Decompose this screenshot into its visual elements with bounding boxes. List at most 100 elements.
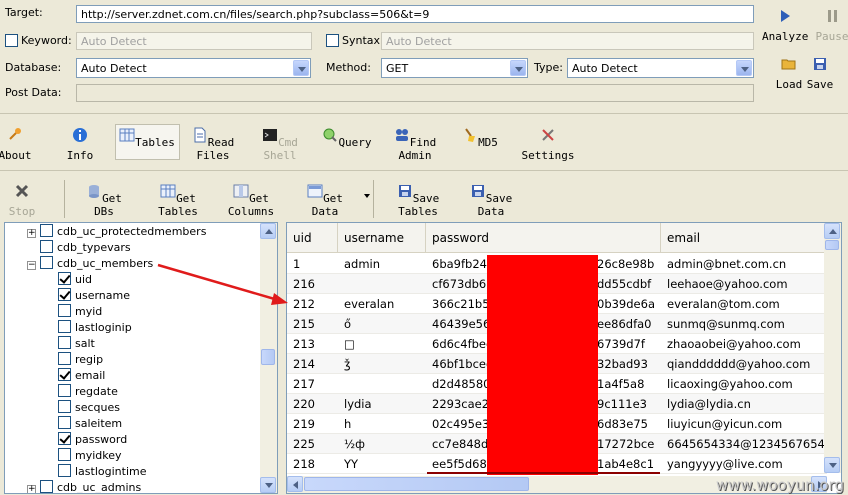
- toolbar-read-files-button[interactable]: Read Files: [180, 127, 246, 162]
- tree-column-node[interactable]: myidkey: [58, 448, 122, 464]
- tree-checkbox[interactable]: [58, 464, 71, 477]
- scrollbar-thumb[interactable]: [825, 240, 839, 250]
- column-header-email[interactable]: email: [661, 223, 827, 253]
- chevron-down-icon[interactable]: [736, 60, 752, 76]
- chevron-down-icon[interactable]: [510, 60, 526, 76]
- tree-checkbox[interactable]: [58, 272, 71, 285]
- tree-column-node[interactable]: regdate: [58, 384, 118, 400]
- tree-table-node[interactable]: + cdb_uc_admins: [27, 480, 141, 493]
- tree-table-node[interactable]: cdb_typevars: [27, 240, 131, 256]
- tree-column-node[interactable]: regip: [58, 352, 103, 368]
- target-url-input[interactable]: http://server.zdnet.com.cn/files/search.…: [76, 5, 754, 23]
- tree-checkbox[interactable]: [58, 400, 71, 413]
- tree-checkbox[interactable]: [58, 304, 71, 317]
- redaction-block: [487, 255, 598, 475]
- get-data-button[interactable]: Get Data: [294, 183, 356, 218]
- load-button[interactable]: Load: [774, 56, 804, 91]
- tree-table-node[interactable]: + cdb_uc_protectedmembers: [27, 224, 206, 240]
- toolbar-cmd-shell-button[interactable]: Cmd Shell: [248, 127, 312, 162]
- key-icon: [9, 128, 21, 140]
- scroll-up-icon[interactable]: [260, 223, 276, 239]
- tree-checkbox[interactable]: [58, 320, 71, 333]
- syntax-label: Syntax:: [342, 34, 384, 47]
- get-columns-button[interactable]: Get Columns: [214, 183, 288, 218]
- tree-column-node[interactable]: salt: [58, 336, 95, 352]
- password-start: 6ba9fb241: [432, 257, 495, 271]
- cell-username: [338, 374, 426, 394]
- get-data-dropdown-icon[interactable]: [364, 194, 370, 198]
- pause-label: Pause: [815, 30, 848, 43]
- syntax-input[interactable]: Auto Detect: [381, 32, 754, 50]
- tree-checkbox[interactable]: [58, 384, 71, 397]
- grid-vscrollbar[interactable]: [824, 223, 841, 473]
- method-select-value: GET: [386, 62, 409, 75]
- analyze-button[interactable]: Analyze: [762, 8, 808, 43]
- scroll-up-icon[interactable]: [824, 223, 840, 239]
- analyze-label: Analyze: [762, 30, 809, 43]
- postdata-input[interactable]: [76, 84, 754, 102]
- scroll-left-icon[interactable]: [287, 476, 303, 492]
- password-end: 32bad93: [597, 357, 648, 371]
- tree-expander-icon[interactable]: +: [27, 229, 36, 238]
- toolbar-query-button[interactable]: Query: [322, 127, 372, 149]
- tree-column-node[interactable]: username: [58, 288, 130, 304]
- column-header-password[interactable]: password: [426, 223, 661, 253]
- column-header-username[interactable]: username: [338, 223, 426, 253]
- tree-column-node[interactable]: uid: [58, 272, 92, 288]
- tree-column-node[interactable]: password: [58, 432, 127, 448]
- tree-checkbox[interactable]: [58, 288, 71, 301]
- get-dbs-button[interactable]: Get DBs: [76, 183, 132, 218]
- tree-checkbox[interactable]: [58, 368, 71, 381]
- method-select[interactable]: GET: [381, 58, 528, 78]
- type-select-value: Auto Detect: [572, 62, 638, 75]
- toolbar-tables-button[interactable]: Tables: [116, 127, 178, 149]
- toolbar-md5-button[interactable]: MD5: [460, 127, 500, 149]
- database-select[interactable]: Auto Detect: [76, 58, 311, 78]
- cell-uid: 220: [293, 397, 315, 411]
- tree-column-node[interactable]: email: [58, 368, 105, 384]
- toolbar-info-button[interactable]: Info: [60, 127, 100, 162]
- keyword-input[interactable]: Auto Detect: [76, 32, 312, 50]
- scrollbar-thumb[interactable]: [261, 349, 275, 365]
- syntax-checkbox[interactable]: [326, 34, 339, 47]
- tree-checkbox[interactable]: [40, 256, 53, 269]
- cell-email: sunmq@sunmq.com: [667, 317, 785, 331]
- toolbar-settings-button[interactable]: Settings: [518, 127, 578, 162]
- tree-column-node[interactable]: lastlogintime: [58, 464, 147, 480]
- stop-button[interactable]: Stop: [2, 183, 42, 218]
- tree-checkbox[interactable]: [58, 416, 71, 429]
- toolbar-find-admin-button[interactable]: Find Admin: [380, 127, 450, 162]
- tree-checkbox[interactable]: [40, 224, 53, 237]
- tree-column-node[interactable]: lastloginip: [58, 320, 132, 336]
- save-button[interactable]: Save: [805, 56, 835, 91]
- chevron-down-icon[interactable]: [293, 60, 309, 76]
- save-data-button[interactable]: Save Data: [458, 183, 524, 218]
- get-tables-button[interactable]: Get Tables: [144, 183, 212, 218]
- scroll-down-icon[interactable]: [824, 457, 840, 473]
- tree-column-node[interactable]: secques: [58, 400, 120, 416]
- tree-checkbox[interactable]: [40, 240, 53, 253]
- scrollbar-thumb[interactable]: [304, 477, 529, 491]
- tree-expander-icon[interactable]: +: [27, 485, 36, 493]
- cell-email: licaoxing@yahoo.com: [667, 377, 793, 391]
- save-tables-button[interactable]: Save Tables: [380, 183, 456, 218]
- pause-button[interactable]: Pause: [812, 8, 848, 43]
- type-select[interactable]: Auto Detect: [567, 58, 754, 78]
- tree-checkbox[interactable]: [58, 432, 71, 445]
- keyword-checkbox[interactable]: [5, 34, 18, 47]
- tree-checkbox[interactable]: [58, 448, 71, 461]
- toolbar-label: Settings: [521, 149, 575, 162]
- column-header-uid[interactable]: uid: [287, 223, 338, 253]
- tree-checkbox[interactable]: [40, 480, 53, 493]
- columns-icon: [233, 184, 249, 198]
- tree-column-node[interactable]: saleitem: [58, 416, 122, 432]
- tree-checkbox[interactable]: [58, 336, 71, 349]
- tree-table-node[interactable]: − cdb_uc_members: [27, 256, 153, 272]
- scroll-down-icon[interactable]: [260, 477, 276, 493]
- toolbar-about-button[interactable]: About: [0, 127, 38, 162]
- tree-expander-icon[interactable]: −: [27, 261, 36, 270]
- cell-username: □: [344, 337, 355, 351]
- tree-column-node[interactable]: myid: [58, 304, 102, 320]
- cell-email: liuyicun@yicun.com: [667, 417, 783, 431]
- tree-checkbox[interactable]: [58, 352, 71, 365]
